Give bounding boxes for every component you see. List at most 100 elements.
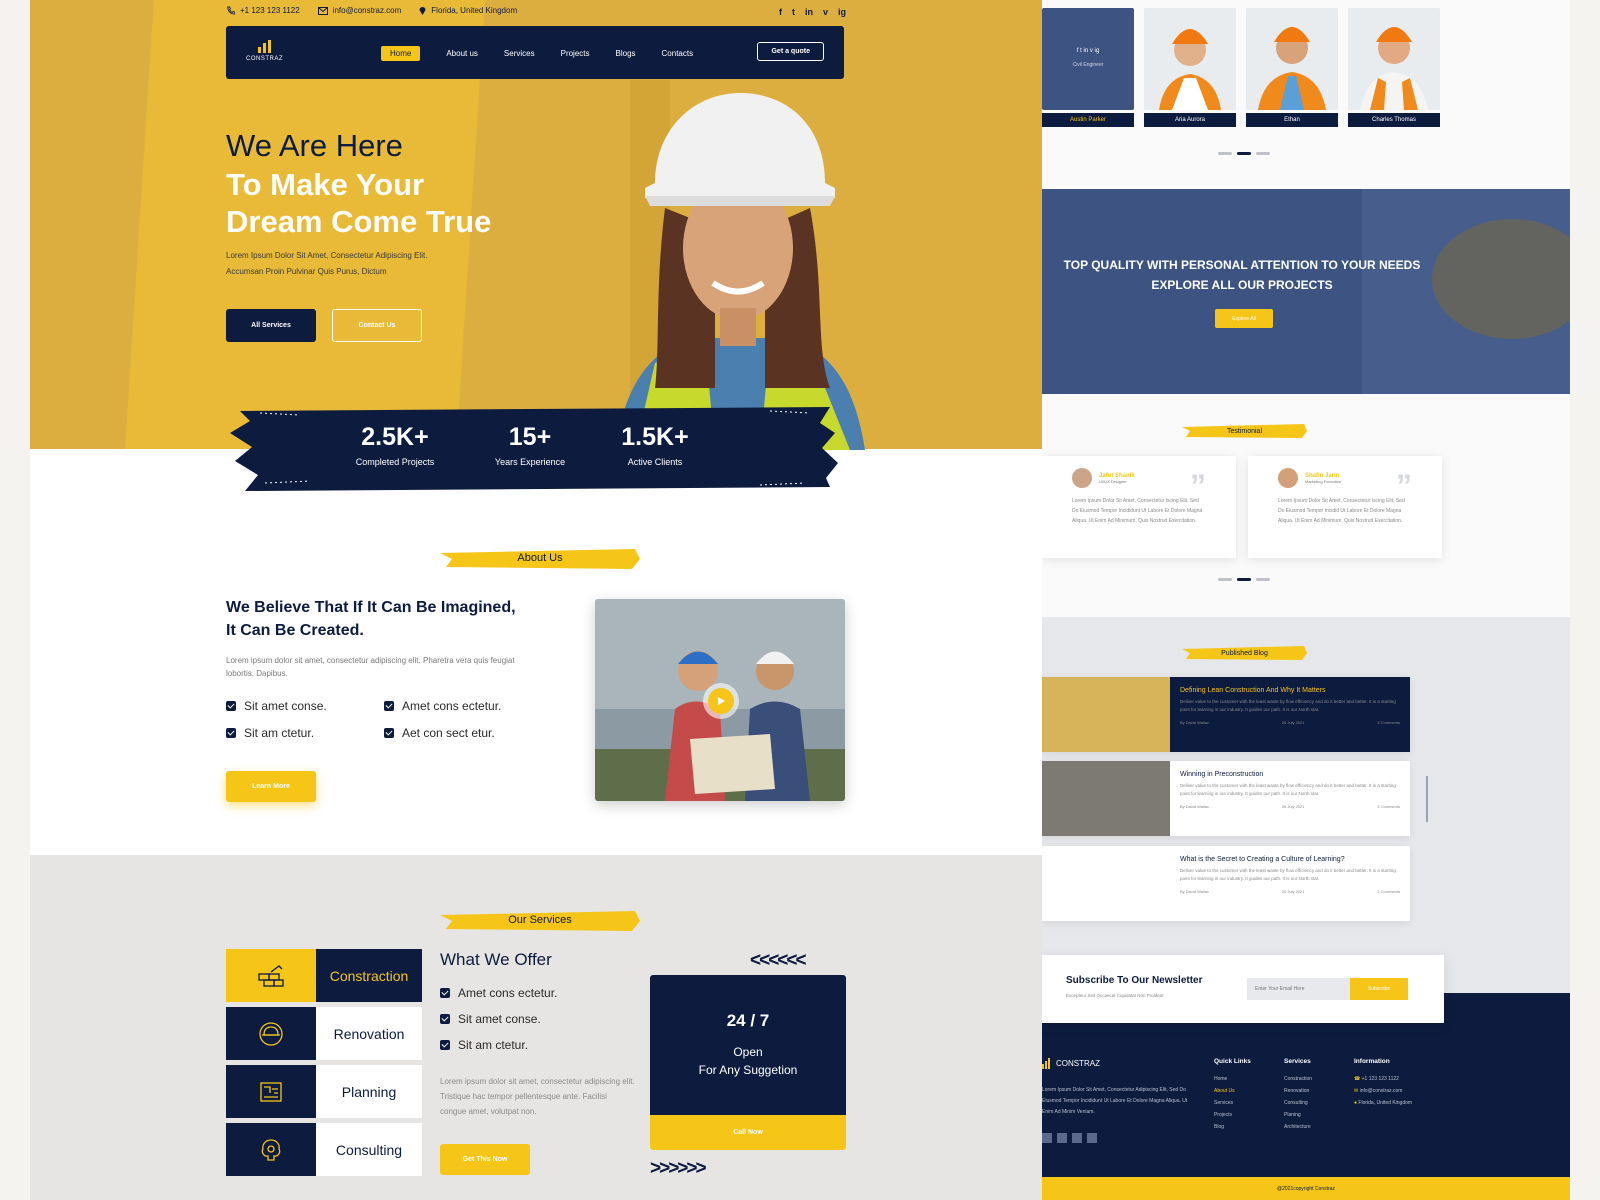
nav-about[interactable]: About us bbox=[446, 49, 478, 58]
hero-subtext-line1: Lorem Ipsum Dolor Sit Amet, Consectetur … bbox=[226, 251, 428, 260]
blog-post-excerpt: Deliver value to the customer with the l… bbox=[1180, 868, 1396, 881]
checkbox-icon bbox=[384, 701, 394, 711]
blog-date: 26 July 2021 bbox=[1281, 889, 1305, 894]
banner-text: TOP QUALITY WITH PERSONAL ATTENTION TO Y… bbox=[1042, 255, 1442, 295]
home-page-right: f t in v ig Civil Engineer Austin Parker… bbox=[1042, 0, 1570, 1200]
nav-projects[interactable]: Projects bbox=[561, 49, 590, 58]
hero-subtext-line2: Accumsan Proin Pulvinar Quis Purus, Dict… bbox=[226, 267, 387, 276]
service-tab-renovation[interactable]: Renovation bbox=[226, 1007, 422, 1060]
blog-scroll-indicator[interactable] bbox=[1426, 776, 1428, 822]
blog-author: By David Wallac bbox=[1180, 804, 1209, 809]
location-info: Florida, United Kingdom bbox=[419, 6, 517, 15]
support-card-line2: For Any Suggetion bbox=[698, 1063, 798, 1077]
about-video-thumbnail[interactable] bbox=[595, 599, 845, 801]
newsletter-box: Subscribe To Our Newsletter Excepteur Si… bbox=[1042, 955, 1444, 1023]
location-pin-icon bbox=[419, 7, 426, 15]
get-quote-button[interactable]: Get a quote bbox=[757, 42, 824, 61]
logo-bars-icon bbox=[246, 40, 283, 53]
footer-link[interactable]: About Us bbox=[1214, 1085, 1251, 1097]
vimeo-icon[interactable]: v bbox=[823, 7, 828, 17]
footer-link[interactable]: Services bbox=[1214, 1097, 1251, 1109]
support-card-body: 24 / 7 Open For Any Suggetion bbox=[650, 975, 846, 1115]
brand-name: CONSTRAZ bbox=[246, 56, 283, 62]
blog-thumbnail bbox=[1042, 677, 1170, 752]
nav-services[interactable]: Services bbox=[504, 49, 535, 58]
team-card-austin-parker[interactable]: f t in v ig Civil Engineer Austin Parker bbox=[1042, 8, 1134, 128]
service-tab-consulting[interactable]: Consulting bbox=[226, 1123, 422, 1176]
offer-check-2: Sit amet conse. bbox=[440, 1012, 541, 1026]
instagram-icon[interactable] bbox=[1087, 1133, 1097, 1143]
facebook-icon[interactable]: f bbox=[779, 7, 782, 17]
team-photo bbox=[1348, 8, 1440, 110]
blog-post-title[interactable]: What is the Secret to Creating a Culture… bbox=[1180, 856, 1400, 863]
blog-post-excerpt: Deliver value to the customer with the l… bbox=[1180, 699, 1396, 712]
footer-link[interactable]: Renovation bbox=[1284, 1085, 1312, 1097]
team-card-aria-aurora[interactable]: Aria Aurora bbox=[1144, 8, 1236, 128]
checkbox-icon bbox=[440, 1040, 450, 1050]
hero-subtext: Lorem Ipsum Dolor Sit Amet, Consectetur … bbox=[226, 248, 456, 280]
nav-blogs[interactable]: Blogs bbox=[616, 49, 636, 58]
footer-link[interactable]: Home bbox=[1214, 1073, 1251, 1085]
footer-link[interactable]: Planing bbox=[1284, 1109, 1312, 1121]
team-carousel-dots[interactable] bbox=[1218, 152, 1270, 155]
top-contact-bar: +1 123 123 1122 info@constraz.com Florid… bbox=[226, 6, 517, 15]
phone-info: +1 123 123 1122 bbox=[226, 6, 300, 15]
facebook-icon[interactable] bbox=[1042, 1133, 1052, 1143]
newsletter-email-input[interactable] bbox=[1247, 978, 1350, 1000]
nav-home[interactable]: Home bbox=[381, 46, 421, 61]
twitter-icon[interactable]: t bbox=[792, 7, 795, 17]
blog-date: 26 July 2021 bbox=[1281, 720, 1305, 725]
footer-address-text: Florida, United Kingdom bbox=[1358, 1100, 1413, 1106]
service-tab-planning[interactable]: Planning bbox=[226, 1065, 422, 1118]
learn-more-button[interactable]: Learn More bbox=[226, 771, 316, 802]
footer-logo[interactable]: CONSTRAZ bbox=[1042, 1058, 1100, 1069]
newsletter-title: Subscribe To Our Newsletter bbox=[1066, 975, 1203, 986]
blog-post-card[interactable]: Defining Lean Construction And Why It Ma… bbox=[1042, 677, 1410, 752]
footer-email-text: info@constraz.com bbox=[1359, 1088, 1403, 1094]
main-navbar: CONSTRAZ Home About us Services Projects… bbox=[226, 26, 844, 79]
team-photo: f t in v ig Civil Engineer bbox=[1042, 8, 1134, 110]
blog-tag: Published Blog bbox=[1182, 644, 1307, 662]
subscribe-button[interactable]: Subscribe bbox=[1350, 978, 1408, 1000]
banner-line2: EXPLORE ALL OUR PROJECTS bbox=[1151, 278, 1333, 292]
instagram-icon[interactable]: ig bbox=[838, 7, 846, 17]
play-button[interactable] bbox=[703, 683, 739, 719]
footer-link[interactable]: Blog bbox=[1214, 1121, 1251, 1133]
linkedin-icon[interactable] bbox=[1072, 1133, 1082, 1143]
testimonial-card: ” Shafin Jarin Marketing Executive Lorem … bbox=[1248, 456, 1442, 558]
blog-post-card[interactable]: What is the Secret to Creating a Culture… bbox=[1042, 846, 1410, 921]
footer-column-title: Quick Links bbox=[1214, 1058, 1251, 1065]
blog-post-title[interactable]: Winning in Preconstruction bbox=[1180, 771, 1400, 778]
offer-check-label: Amet cons ectetur. bbox=[458, 986, 558, 1000]
helmet-gear-icon bbox=[226, 1007, 316, 1060]
get-this-now-button[interactable]: Get This Now bbox=[440, 1144, 530, 1175]
hero-worker-image bbox=[615, 93, 865, 450]
brain-gear-icon bbox=[226, 1123, 316, 1176]
service-tab-construction[interactable]: Constraction bbox=[226, 949, 422, 1002]
service-tab-label: Planning bbox=[316, 1065, 422, 1118]
brand-logo[interactable]: CONSTRAZ bbox=[246, 40, 283, 62]
contact-us-button[interactable]: Contact Us bbox=[332, 309, 422, 342]
blog-post-title[interactable]: Defining Lean Construction And Why It Ma… bbox=[1180, 687, 1400, 694]
twitter-icon[interactable] bbox=[1057, 1133, 1067, 1143]
team-name: Charles Thomas bbox=[1348, 113, 1440, 127]
team-card-ethan[interactable]: Ethan bbox=[1246, 8, 1338, 128]
footer-link[interactable]: Projects bbox=[1214, 1109, 1251, 1121]
footer-link[interactable]: Architecture bbox=[1284, 1121, 1312, 1133]
call-now-button[interactable]: Call Now bbox=[650, 1115, 846, 1150]
testimonial-carousel-dots[interactable] bbox=[1218, 578, 1270, 581]
bricks-icon bbox=[226, 949, 316, 1002]
offer-title: What We Offer bbox=[440, 950, 552, 969]
footer-link[interactable]: Consulting bbox=[1284, 1097, 1312, 1109]
blog-post-card[interactable]: Winning in Preconstruction Deliver value… bbox=[1042, 761, 1410, 836]
team-card-charles-thomas[interactable]: Charles Thomas bbox=[1348, 8, 1440, 128]
linkedin-icon[interactable]: in bbox=[805, 7, 813, 17]
explore-all-button[interactable]: Explore All bbox=[1215, 309, 1273, 328]
footer-link[interactable]: Constraction bbox=[1284, 1073, 1312, 1085]
about-title: We Believe That If It Can Be Imagined, I… bbox=[226, 599, 516, 639]
blog-post-excerpt: Deliver value to the customer with the l… bbox=[1180, 783, 1396, 796]
all-services-button[interactable]: All Services bbox=[226, 309, 316, 342]
footer-column-title: Information bbox=[1354, 1058, 1390, 1065]
nav-contacts[interactable]: Contacts bbox=[662, 49, 694, 58]
play-icon bbox=[708, 688, 734, 714]
